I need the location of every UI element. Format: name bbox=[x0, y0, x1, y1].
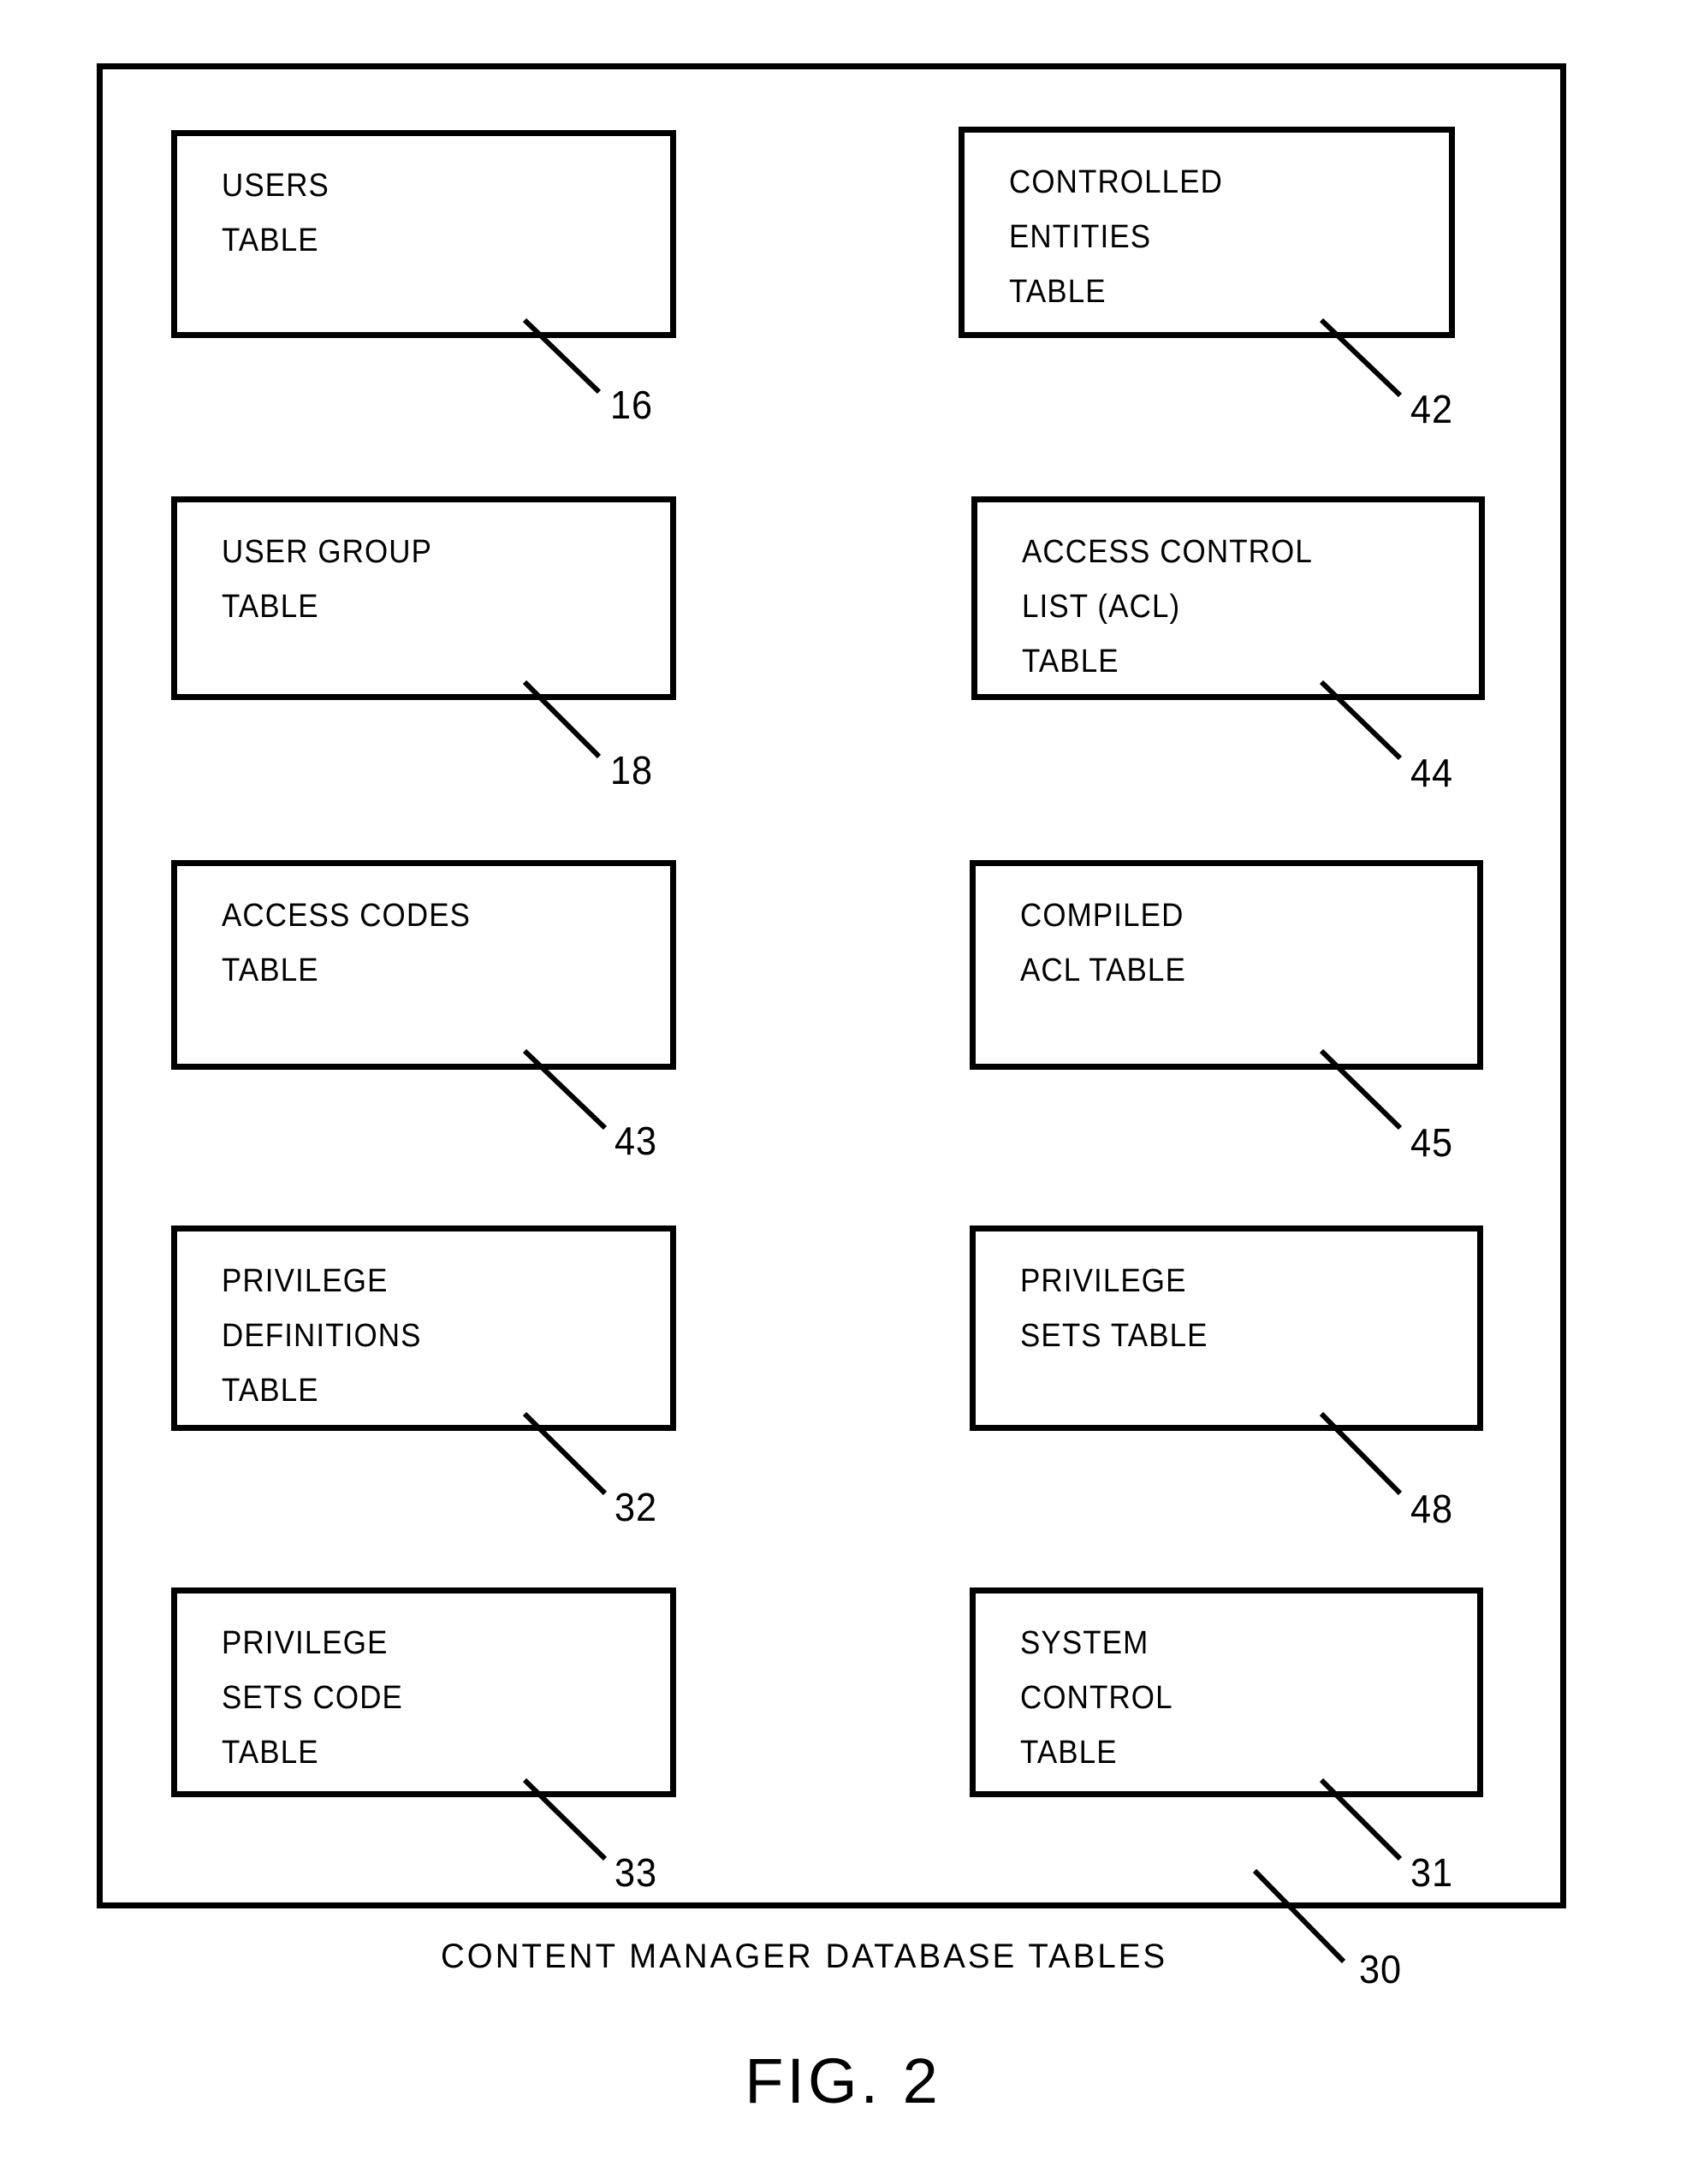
ref-numeral-18: 18 bbox=[610, 748, 653, 792]
box-users-table-line-2: TABLE bbox=[222, 223, 319, 258]
box-controlled-entities-table[interactable]: CONTROLLED ENTITIES TABLE bbox=[959, 127, 1455, 338]
ref-numeral-31: 31 bbox=[1410, 1850, 1453, 1895]
ref-numeral-44: 44 bbox=[1410, 751, 1453, 795]
box-access-control-list-table-line-2: LIST (ACL) bbox=[1022, 589, 1181, 625]
box-user-group-table-line-1: USER GROUP bbox=[222, 534, 433, 570]
box-privilege-sets-code-table-line-2: SETS CODE bbox=[222, 1680, 403, 1716]
figure-caption: CONTENT MANAGER DATABASE TABLES bbox=[441, 1938, 1168, 1975]
box-privilege-sets-table[interactable]: PRIVILEGE SETS TABLE bbox=[970, 1226, 1483, 1431]
box-privilege-sets-table-line-2: SETS TABLE bbox=[1020, 1318, 1208, 1354]
box-privilege-sets-code-table-line-1: PRIVILEGE bbox=[222, 1625, 389, 1661]
ref-numeral-16: 16 bbox=[610, 383, 653, 427]
box-access-control-list-table-line-3: TABLE bbox=[1022, 644, 1119, 680]
box-privilege-definitions-table-line-3: TABLE bbox=[222, 1373, 319, 1409]
patent-figure: USERS TABLE USER GROUP TABLE ACCESS CODE… bbox=[0, 0, 1686, 2184]
box-privilege-sets-table-line-1: PRIVILEGE bbox=[1020, 1263, 1187, 1299]
box-access-codes-table[interactable]: ACCESS CODES TABLE bbox=[171, 860, 676, 1070]
box-system-control-table-line-3: TABLE bbox=[1020, 1735, 1118, 1771]
ref-numeral-42: 42 bbox=[1410, 387, 1453, 431]
box-user-group-table-line-2: TABLE bbox=[222, 589, 319, 625]
ref-numeral-48: 48 bbox=[1410, 1487, 1453, 1531]
box-privilege-sets-code-table-line-3: TABLE bbox=[222, 1735, 319, 1771]
box-compiled-acl-table[interactable]: COMPILED ACL TABLE bbox=[970, 860, 1483, 1070]
figure-title: FIG. 2 bbox=[745, 2045, 941, 2116]
box-system-control-table[interactable]: SYSTEM CONTROL TABLE bbox=[970, 1588, 1483, 1797]
ref-numeral-30: 30 bbox=[1359, 1947, 1402, 1991]
box-privilege-definitions-table-line-2: DEFINITIONS bbox=[222, 1318, 422, 1354]
box-users-table-line-1: USERS bbox=[222, 168, 329, 204]
box-compiled-acl-table-line-2: ACL TABLE bbox=[1020, 953, 1186, 988]
box-controlled-entities-table-line-2: ENTITIES bbox=[1009, 219, 1152, 255]
ref-numeral-45: 45 bbox=[1410, 1120, 1453, 1165]
box-controlled-entities-table-line-1: CONTROLLED bbox=[1009, 164, 1223, 200]
box-system-control-table-line-2: CONTROL bbox=[1020, 1680, 1173, 1716]
box-access-control-list-table-line-1: ACCESS CONTROL bbox=[1022, 534, 1313, 570]
ref-numeral-33: 33 bbox=[614, 1850, 657, 1895]
box-privilege-definitions-table[interactable]: PRIVILEGE DEFINITIONS TABLE bbox=[171, 1226, 676, 1431]
box-compiled-acl-table-line-1: COMPILED bbox=[1020, 898, 1184, 934]
ref-numeral-32: 32 bbox=[614, 1485, 657, 1529]
box-users-table[interactable]: USERS TABLE bbox=[171, 130, 676, 338]
box-system-control-table-line-1: SYSTEM bbox=[1020, 1625, 1149, 1661]
box-user-group-table[interactable]: USER GROUP TABLE bbox=[171, 496, 676, 700]
box-privilege-definitions-table-line-1: PRIVILEGE bbox=[222, 1263, 389, 1299]
ref-numeral-43: 43 bbox=[614, 1119, 657, 1163]
box-access-control-list-table[interactable]: ACCESS CONTROL LIST (ACL) TABLE bbox=[971, 496, 1485, 700]
box-privilege-sets-code-table[interactable]: PRIVILEGE SETS CODE TABLE bbox=[171, 1588, 676, 1797]
box-access-codes-table-line-2: TABLE bbox=[222, 953, 319, 988]
box-access-codes-table-line-1: ACCESS CODES bbox=[222, 898, 472, 934]
box-controlled-entities-table-line-3: TABLE bbox=[1009, 274, 1107, 310]
